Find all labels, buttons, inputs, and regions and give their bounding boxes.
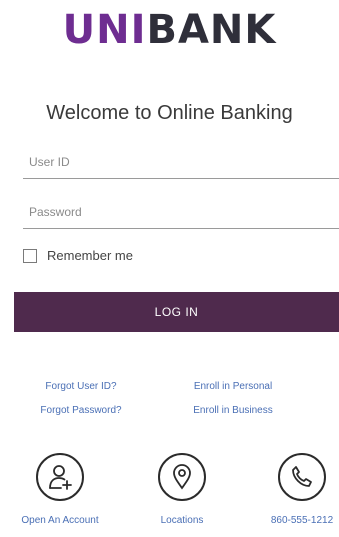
add-user-icon[interactable]	[36, 453, 84, 501]
phone-item[interactable]: 860-555-1212	[247, 453, 339, 526]
forgot-user-id-link[interactable]: Forgot User ID?	[45, 381, 116, 392]
remember-me-row[interactable]: Remember me	[23, 248, 133, 263]
phone-icon[interactable]	[278, 453, 326, 501]
logo-part-uni: UNI	[62, 7, 147, 53]
enroll-personal-link[interactable]: Enroll in Personal	[194, 381, 272, 392]
enroll-business-link[interactable]: Enroll in Business	[193, 405, 272, 416]
open-account-item[interactable]: Open An Account	[5, 453, 115, 526]
log-in-button[interactable]: LOG IN	[14, 292, 339, 332]
logo-part-bank: BANK	[146, 7, 277, 53]
remember-me-checkbox[interactable]	[23, 248, 37, 263]
user-id-input[interactable]	[23, 145, 339, 179]
bank-logo: UNIBANK	[0, 6, 339, 54]
map-pin-icon[interactable]	[158, 453, 206, 501]
open-account-label[interactable]: Open An Account	[5, 515, 115, 526]
locations-item[interactable]: Locations	[127, 453, 237, 526]
forgot-password-link[interactable]: Forgot Password?	[40, 405, 121, 416]
phone-number-label[interactable]: 860-555-1212	[247, 515, 339, 526]
locations-label[interactable]: Locations	[127, 515, 237, 526]
password-input[interactable]	[23, 195, 339, 229]
remember-me-label[interactable]: Remember me	[47, 248, 133, 263]
welcome-heading: Welcome to Online Banking	[46, 102, 293, 124]
